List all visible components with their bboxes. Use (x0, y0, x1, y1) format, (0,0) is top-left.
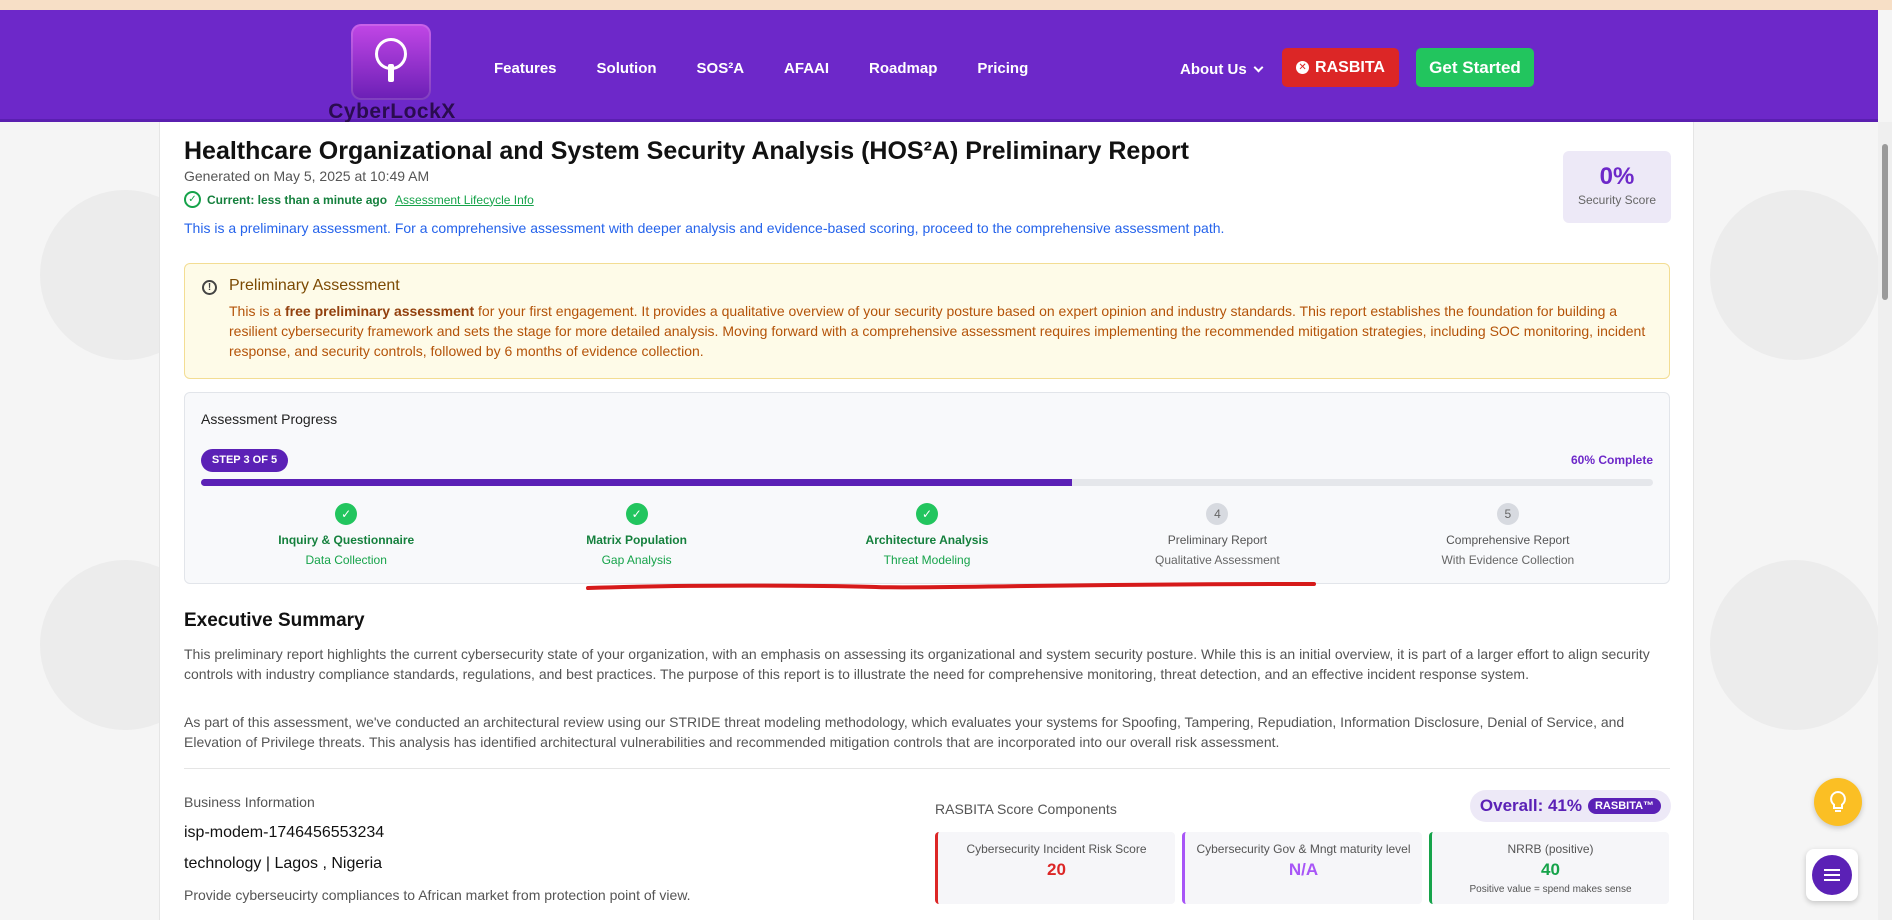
nav-roadmap[interactable]: Roadmap (869, 60, 937, 77)
step-number: 5 (1496, 503, 1519, 525)
governance-maturity-card: Cybersecurity Gov & Mngt maturity level … (1182, 832, 1422, 904)
rasbita-overall-value: Overall: 41% (1479, 796, 1582, 815)
security-score-badge: 0% Security Score (1563, 151, 1671, 223)
business-description: Provide cyberseucirty compliances to Afr… (184, 887, 691, 903)
check-circle-icon: ✓ (184, 191, 201, 208)
current-status-text: Current: less than a minute ago (207, 192, 388, 207)
chevron-down-icon (1253, 62, 1264, 73)
step-5: 5 Comprehensive Report With Evidence Colle… (1363, 503, 1653, 567)
step-number: 4 (1206, 503, 1229, 525)
x-circle-icon: ✕ (1296, 61, 1310, 74)
card-title: Cybersecurity Gov & Mngt maturity level (1196, 842, 1411, 856)
step-1: ✓ Inquiry & Questionnaire Data Collection (201, 503, 491, 567)
menu-button[interactable] (1806, 849, 1858, 901)
about-us-menu[interactable]: About Us (1180, 61, 1264, 78)
alert-heading: Preliminary Assessment (229, 277, 400, 294)
business-info-heading: Business Information (184, 794, 315, 810)
navbar: CyberLockX Features Solution SOS²A AFAAI… (0, 10, 1878, 123)
business-industry-location: technology | Lagos , Nigeria (184, 855, 383, 872)
rasbita-tag: RASBITA™ (1587, 798, 1662, 814)
rasbita-overall-badge: Overall: 41% RASBITA™ (1470, 790, 1671, 822)
alert-body-pre: This is a (229, 303, 286, 319)
preliminary-alert: ! Preliminary Assessment This is a free … (184, 263, 1670, 379)
security-score-label: Security Score (1577, 193, 1657, 207)
info-icon: ! (202, 280, 217, 295)
check-icon: ✓ (916, 503, 939, 525)
business-name: isp-modem-1746456553234 (184, 824, 385, 841)
step-2: ✓ Matrix Population Gap Analysis (491, 503, 781, 567)
about-us-label: About Us (1180, 61, 1247, 78)
percent-complete: 60% Complete (1570, 453, 1653, 467)
logo-text: CyberLockX (328, 100, 456, 123)
logo[interactable]: CyberLockX (319, 20, 465, 123)
red-annotation-line (586, 582, 1316, 590)
step-subtitle: Data Collection (305, 553, 387, 567)
alert-body-bold: free preliminary assessment (285, 303, 475, 319)
current-status: ✓ Current: less than a minute ago Assess… (184, 191, 534, 208)
assessment-lifecycle-link[interactable]: Assessment Lifecycle Info (395, 193, 534, 207)
step-subtitle: Threat Modeling (883, 553, 971, 567)
progress-steps: ✓ Inquiry & Questionnaire Data Collection … (201, 503, 1653, 567)
step-subtitle: Gap Analysis (601, 553, 672, 567)
incident-risk-card: Cybersecurity Incident Risk Score 20 (935, 832, 1175, 904)
generated-date: Generated on May 5, 2025 at 10:49 AM (184, 168, 430, 184)
executive-summary-paragraph-2: As part of this assessment, we've conduc… (184, 714, 1625, 750)
check-icon: ✓ (335, 503, 358, 525)
progress-bar-fill (201, 479, 1073, 486)
report-sheet: Healthcare Organizational and System Sec… (159, 122, 1694, 920)
step-subtitle: Qualitative Assessment (1155, 553, 1280, 567)
step-title: Matrix Population (586, 533, 687, 547)
nav-solution[interactable]: Solution (597, 60, 657, 77)
card-note: Positive value = spend makes sense (1469, 884, 1632, 895)
page-scrollbar[interactable] (1878, 122, 1892, 920)
background-decoration (1710, 560, 1880, 730)
executive-summary-paragraph-1: This preliminary report highlights the c… (184, 646, 1650, 682)
step-subtitle: With Evidence Collection (1441, 553, 1575, 567)
alert-body: This is a free preliminary assessment fo… (229, 301, 1659, 361)
get-started-button[interactable]: Get Started (1416, 48, 1534, 87)
background-decoration (1710, 190, 1880, 360)
nav-features[interactable]: Features (494, 60, 557, 77)
step-title: Inquiry & Questionnaire (278, 533, 415, 547)
lock-icon (351, 24, 431, 100)
step-title: Architecture Analysis (865, 533, 989, 547)
nav-pricing[interactable]: Pricing (977, 60, 1028, 77)
scrollbar-thumb[interactable] (1882, 144, 1888, 300)
progress-bar (201, 479, 1653, 486)
step-badge: STEP 3 OF 5 (201, 449, 288, 472)
nav-sos2a[interactable]: SOS²A (697, 60, 745, 77)
menu-icon (1812, 855, 1852, 895)
rasbita-button-label: RASBITA (1315, 58, 1385, 76)
executive-summary-heading: Executive Summary (184, 610, 365, 631)
report-title: Healthcare Organizational and System Sec… (184, 137, 1189, 165)
lightbulb-button[interactable] (1814, 778, 1862, 826)
step-title: Preliminary Report (1167, 533, 1268, 547)
step-title: Comprehensive Report (1446, 533, 1570, 547)
progress-heading: Assessment Progress (201, 411, 338, 427)
top-strip (0, 0, 1892, 10)
card-title: Cybersecurity Incident Risk Score (966, 842, 1147, 856)
security-score-value: 0% (1599, 163, 1635, 190)
card-value: 20 (1047, 860, 1066, 879)
preliminary-note: This is a preliminary assessment. For a … (184, 220, 1225, 236)
lightbulb-icon (1830, 790, 1846, 812)
nav-afaai[interactable]: AFAAI (784, 60, 829, 77)
step-3: ✓ Architecture Analysis Threat Modeling (782, 503, 1072, 567)
rasbita-button[interactable]: ✕ RASBITA (1282, 48, 1399, 87)
check-icon: ✓ (625, 503, 648, 525)
card-value: N/A (1288, 860, 1319, 879)
divider (184, 768, 1670, 769)
rasbita-components-heading: RASBITA Score Components (935, 801, 1117, 817)
step-4: 4 Preliminary Report Qualitative Assessmen… (1072, 503, 1362, 567)
nrrb-card: NRRB (positive) 40 Positive value = spen… (1429, 832, 1669, 904)
card-title: NRRB (positive) (1507, 842, 1594, 856)
nav-links: Features Solution SOS²A AFAAI Roadmap Pr… (494, 60, 1068, 77)
assessment-progress-panel: Assessment Progress STEP 3 OF 5 60% Comp… (184, 392, 1670, 584)
card-value: 40 (1541, 860, 1560, 879)
